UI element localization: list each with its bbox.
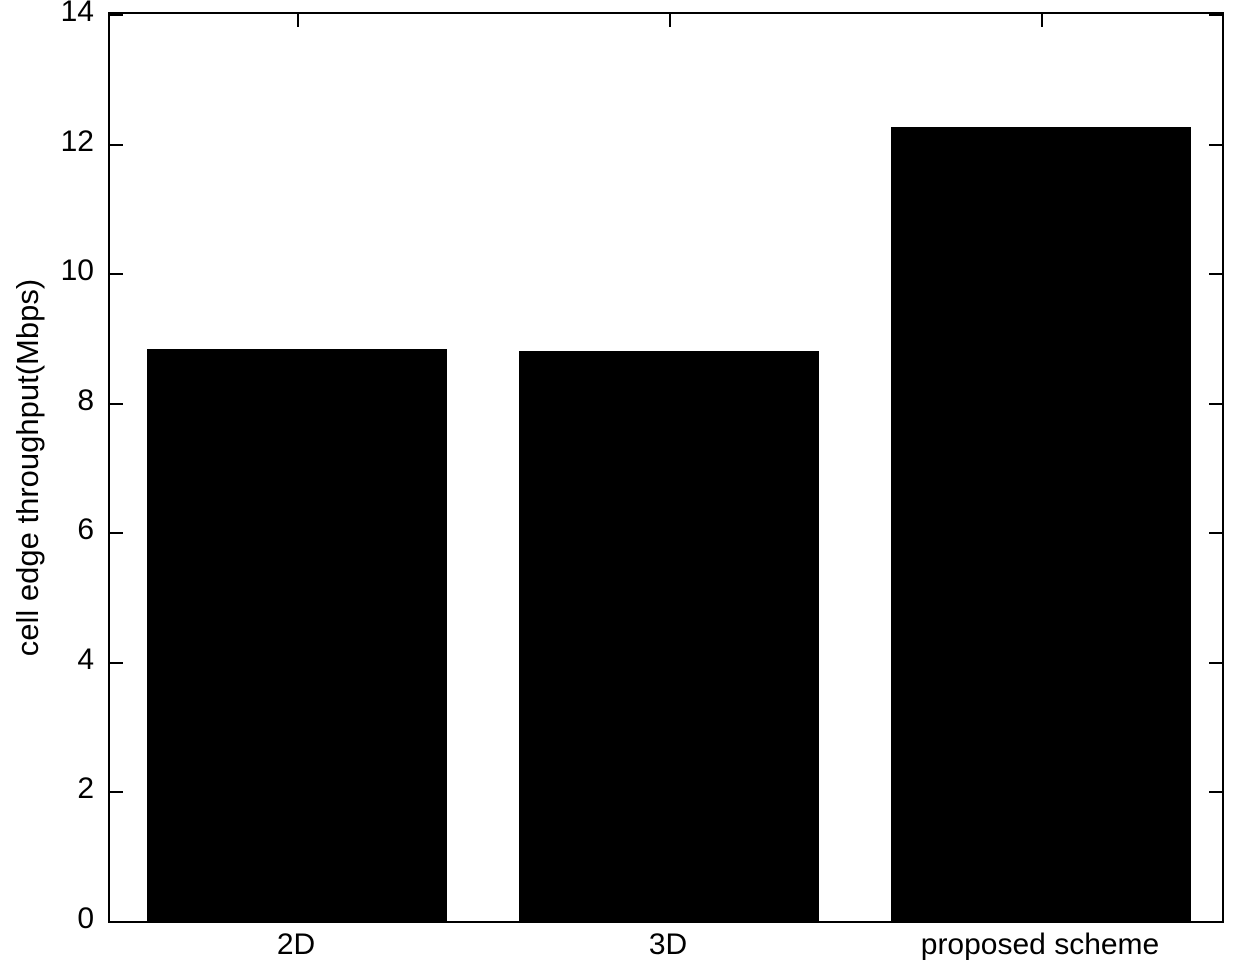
- x-tick-label-2d: 2D: [276, 928, 316, 961]
- x-tick-label-proposed-scheme: proposed scheme: [920, 928, 1160, 961]
- y-tick-right-0: [1209, 921, 1222, 923]
- y-tick-label-14: 14: [60, 0, 94, 28]
- plot-area: [108, 12, 1224, 923]
- y-tick-right-14: [1209, 14, 1222, 16]
- y-tick-12: [110, 143, 123, 146]
- y-tick-right-6: [1209, 532, 1222, 535]
- y-tick-14: [110, 14, 123, 16]
- y-tick-label-8: 8: [77, 383, 94, 417]
- y-tick-8: [110, 402, 123, 405]
- y-tick-right-10: [1209, 273, 1222, 276]
- y-tick-4: [110, 661, 123, 664]
- x-tick-label-3d: 3D: [648, 928, 688, 961]
- x-tick-bottom-2d: [297, 908, 299, 921]
- y-tick-label-0: 0: [77, 902, 94, 935]
- y-tick-right-12: [1209, 143, 1222, 146]
- bar-3d[interactable]: [519, 350, 819, 921]
- y-tick-label-12: 12: [60, 124, 94, 158]
- y-tick-label-6: 6: [77, 513, 94, 547]
- y-tick-2: [110, 791, 123, 794]
- y-tick-label-2: 2: [77, 772, 94, 806]
- x-tick-bottom-proposed-scheme: [1041, 908, 1043, 921]
- chart-figure: cell edge throughput(Mbps) 0 2 4 6 8 10 …: [0, 0, 1240, 977]
- x-tick-bottom-3d: [669, 908, 671, 921]
- y-tick-right-8: [1209, 402, 1222, 405]
- x-tick-top-proposed-scheme: [1041, 14, 1043, 27]
- y-tick-label-4: 4: [77, 642, 94, 676]
- y-tick-10: [110, 273, 123, 276]
- bar-2d[interactable]: [147, 348, 447, 921]
- y-tick-label-10: 10: [60, 254, 94, 288]
- y-tick-right-4: [1209, 661, 1222, 664]
- bar-proposed-scheme[interactable]: [891, 127, 1191, 921]
- y-tick-6: [110, 532, 123, 535]
- x-tick-top-2d: [297, 14, 299, 27]
- x-tick-top-3d: [669, 14, 671, 27]
- y-tick-right-2: [1209, 791, 1222, 794]
- y-tick-0: [110, 921, 123, 923]
